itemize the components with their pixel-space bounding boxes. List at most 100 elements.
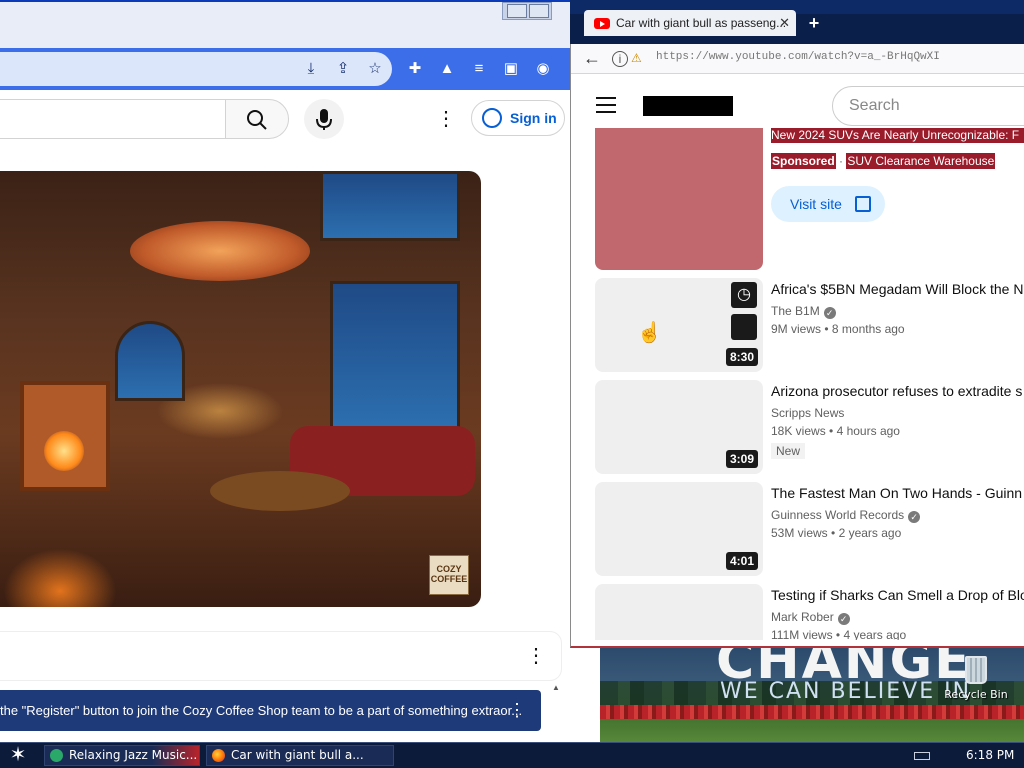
search-icon	[247, 110, 267, 130]
right-search-input[interactable]: Search	[832, 86, 1024, 126]
url-field[interactable]: https://www.youtube.com/watch?v=a_-BrHqQ…	[656, 51, 940, 63]
channel-name[interactable]: The B1M	[771, 304, 820, 318]
watch-later-clock-icon[interactable]: ◷	[731, 282, 757, 308]
minimize-button[interactable]	[507, 4, 527, 18]
left-search-input[interactable]	[0, 99, 226, 139]
promo-banner[interactable]: the "Register" button to join the Cozy C…	[0, 690, 541, 731]
flask-icon[interactable]: ▲	[437, 60, 457, 78]
ad-thumbnail[interactable]	[595, 128, 763, 270]
taskbar-item-firefox[interactable]: Car with giant bull a...	[206, 745, 394, 766]
menu-hamburger-icon[interactable]	[596, 97, 616, 113]
microphone-icon	[316, 109, 332, 130]
video-title[interactable]: Testing if Sharks Can Smell a Drop of Bl…	[771, 586, 1024, 604]
video-scene-fire	[44, 431, 84, 471]
banner-more-icon[interactable]: ⋮	[508, 700, 526, 720]
video-meta: 111M views • 4 years ago	[771, 628, 907, 640]
sponsored-label: Sponsored	[771, 153, 836, 169]
scroll-up-arrow-icon[interactable]: ▲	[552, 683, 562, 693]
sign-in-button[interactable]: Sign in	[471, 100, 565, 136]
extensions-icon[interactable]: ✚	[405, 60, 425, 78]
list-item[interactable]: 3:09 Arizona prosecutor refuses to extra…	[571, 380, 1024, 480]
taskbar-clock[interactable]: 6:18 PM	[966, 748, 1014, 762]
external-link-icon	[855, 196, 871, 212]
window-controls	[502, 2, 552, 20]
video-scene-window	[115, 321, 185, 401]
taskbar-item-label: Car with giant bull a...	[231, 748, 364, 762]
reading-list-icon[interactable]: ≡	[469, 60, 489, 78]
channel-line: Mark Rober ✓	[771, 610, 850, 625]
upload-age: 4 years ago	[843, 628, 907, 640]
more-options-icon[interactable]: ⋮	[436, 108, 456, 130]
taskbar-item-label: Relaxing Jazz Music...	[69, 748, 198, 762]
youtube-favicon-icon	[594, 18, 610, 29]
start-button-star-icon[interactable]: ✶	[4, 744, 32, 766]
recycle-bin-label: Recycle Bin	[944, 688, 1008, 701]
insecure-lock-warning-icon[interactable]: ⚠	[631, 50, 647, 66]
left-search-button[interactable]	[225, 99, 289, 139]
separator-dot: ·	[839, 154, 844, 168]
video-title[interactable]: Africa's $5BN Megadam Will Block the Ni	[771, 280, 1024, 298]
voice-search-button[interactable]	[304, 99, 344, 139]
new-tab-button[interactable]: +	[804, 12, 824, 34]
recycle-bin-icon	[965, 656, 987, 684]
maximize-button[interactable]	[529, 4, 549, 18]
channel-name[interactable]: Scripps News	[771, 406, 844, 420]
side-panel-icon[interactable]: ▣	[501, 60, 521, 78]
list-item[interactable]: Testing if Sharks Can Smell a Drop of Bl…	[571, 584, 1024, 640]
ad-sponsor-line: Sponsored · SUV Clearance Warehouse	[771, 153, 996, 169]
video-scene-window	[330, 281, 460, 431]
video-title[interactable]: Arizona prosecutor refuses to extradite …	[771, 382, 1024, 400]
active-tab[interactable]: Car with giant bull as passeng... ✕	[584, 10, 796, 36]
channel-line: Guinness World Records ✓	[771, 508, 921, 523]
channel-watermark-logo: COZY COFFEE	[429, 555, 469, 595]
channel-name[interactable]: Guinness World Records	[771, 508, 904, 522]
video-scene-lamp	[130, 221, 310, 281]
visit-site-button[interactable]: Visit site	[771, 186, 885, 222]
site-info-icon[interactable]: i	[612, 51, 628, 67]
channel-name[interactable]: Mark Rober	[771, 610, 834, 624]
close-tab-icon[interactable]: ✕	[779, 10, 790, 36]
video-title[interactable]: The Fastest Man On Two Hands - Guinn	[771, 484, 1024, 502]
video-meta: 18K views • 4 hours ago	[771, 424, 900, 438]
verified-check-icon: ✓	[823, 307, 836, 319]
view-count: 111M views	[771, 628, 833, 640]
youtube-logo-redacted[interactable]	[643, 96, 733, 116]
firefox-icon	[212, 749, 225, 762]
upload-age: 4 hours ago	[836, 424, 900, 438]
wallpaper-subtitle: WE CAN BELIEVE IN	[720, 679, 972, 704]
view-count: 18K views	[771, 424, 826, 438]
view-count: 9M views	[771, 322, 822, 336]
channel-line: Scripps News	[771, 406, 844, 420]
back-arrow-icon[interactable]: ←	[580, 47, 604, 71]
bookmark-star-icon[interactable]: ☆	[365, 60, 385, 78]
upload-age: 8 months ago	[831, 322, 905, 336]
video-player[interactable]	[0, 171, 481, 607]
video-meta: 9M views • 8 months ago	[771, 322, 905, 336]
video-thumbnail[interactable]	[595, 584, 763, 640]
recycle-bin-shortcut[interactable]: Recycle Bin	[944, 656, 1008, 701]
list-item[interactable]: 4:01 The Fastest Man On Two Hands - Guin…	[571, 482, 1024, 582]
verified-check-icon: ✓	[837, 613, 850, 625]
video-duration: 4:01	[726, 552, 759, 570]
taskbar-item-jazz[interactable]: Relaxing Jazz Music...	[44, 745, 200, 766]
install-icon[interactable]: ⤓	[301, 60, 321, 78]
advertiser-name: SUV Clearance Warehouse	[846, 153, 996, 169]
video-duration: 3:09	[726, 450, 759, 468]
incognito-profile-icon[interactable]: ◉	[533, 60, 553, 78]
ad-title[interactable]: New 2024 SUVs Are Nearly Unrecognizable:…	[771, 128, 1024, 143]
account-icon	[482, 108, 502, 128]
share-icon[interactable]: ⇪	[333, 60, 353, 78]
visit-site-label: Visit site	[790, 196, 842, 212]
channel-line: The B1M ✓	[771, 304, 836, 319]
keyboard-layout-icon[interactable]	[914, 752, 930, 760]
new-badge: New	[771, 443, 806, 459]
tab-title: Car with giant bull as passeng...	[616, 16, 787, 30]
video-scene-window	[320, 171, 460, 241]
more-options-icon[interactable]: ⋮	[526, 646, 546, 666]
add-to-queue-icon[interactable]	[731, 314, 757, 340]
app-icon	[50, 749, 63, 762]
video-scene-table	[210, 471, 350, 511]
video-meta: 53M views • 2 years ago	[771, 526, 902, 540]
left-window-titlebar	[0, 0, 570, 48]
verified-check-icon: ✓	[908, 511, 921, 523]
